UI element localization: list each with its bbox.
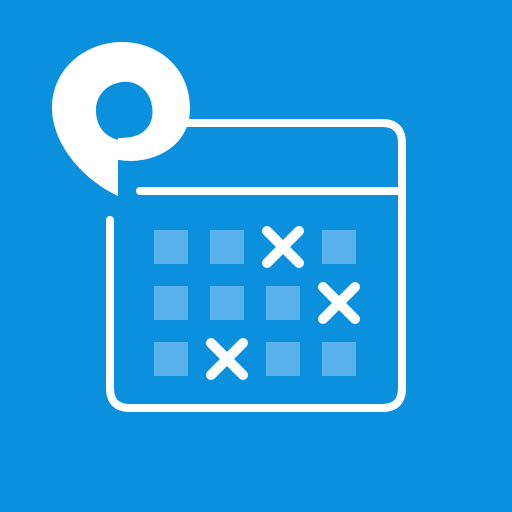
calendar-cell (210, 286, 244, 320)
calendar-cell (322, 230, 356, 264)
calendar-cell (210, 230, 244, 264)
calendar-cell (154, 230, 188, 264)
calendar-cell (266, 286, 300, 320)
calendar-icon-svg (0, 0, 512, 512)
calendar-cell (154, 286, 188, 320)
calendar-cell (322, 342, 356, 376)
calendar-cell (154, 342, 188, 376)
calendar-cell (266, 342, 300, 376)
calendar-app-icon (0, 0, 512, 512)
